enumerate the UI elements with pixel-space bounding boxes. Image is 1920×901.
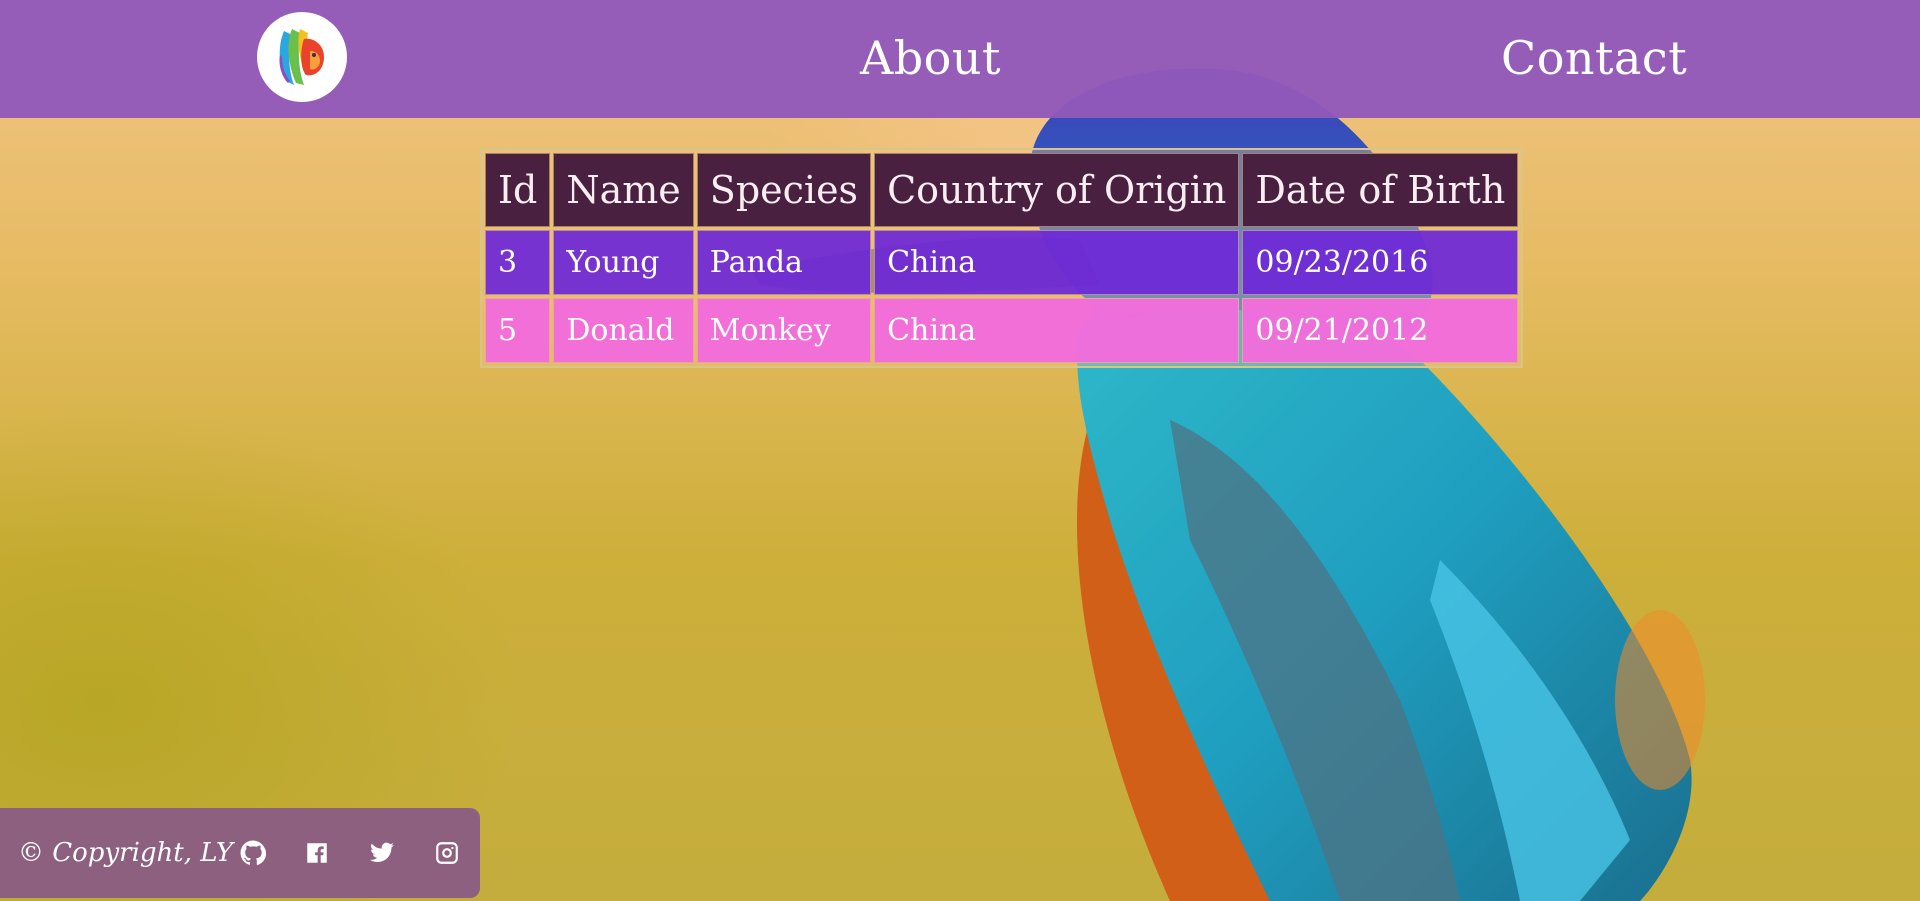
github-icon — [240, 840, 266, 866]
facebook-link[interactable] — [303, 839, 331, 867]
nav-contact-link[interactable]: Contact — [1501, 26, 1687, 90]
animals-table: Id Name Species Country of Origin Date o… — [480, 148, 1524, 368]
cell-id: 5 — [485, 298, 551, 363]
cell-name: Young — [553, 230, 694, 295]
table-row: 5 Donald Monkey China 09/21/2012 — [485, 298, 1519, 363]
kingfisher-bird-icon — [750, 68, 1705, 901]
home-logo[interactable] — [257, 12, 347, 102]
column-header-date-of-birth: Date of Birth — [1242, 153, 1519, 227]
nav-about-link[interactable]: About — [860, 26, 1001, 90]
table-header-row: Id Name Species Country of Origin Date o… — [485, 153, 1519, 227]
site-header: About Contact — [0, 0, 1920, 118]
copyright-text: © Copyright, LY — [18, 838, 234, 868]
cell-country: China — [874, 298, 1240, 363]
cell-country: China — [874, 230, 1240, 295]
table-row: 3 Young Panda China 09/23/2016 — [485, 230, 1519, 295]
instagram-icon — [436, 842, 458, 864]
column-header-id: Id — [485, 153, 551, 227]
twitter-icon — [370, 842, 394, 862]
cell-name: Donald — [553, 298, 694, 363]
cell-id: 3 — [485, 230, 551, 295]
column-header-name: Name — [553, 153, 694, 227]
twitter-link[interactable] — [368, 839, 396, 867]
github-link[interactable] — [239, 839, 267, 867]
cell-date-of-birth: 09/21/2012 — [1242, 298, 1519, 363]
cell-date-of-birth: 09/23/2016 — [1242, 230, 1519, 295]
column-header-country: Country of Origin — [874, 153, 1240, 227]
column-header-species: Species — [696, 153, 872, 227]
lion-logo-icon — [279, 29, 324, 85]
site-footer: © Copyright, LY — [0, 808, 480, 898]
facebook-icon — [307, 843, 327, 863]
cell-species: Panda — [696, 230, 872, 295]
cell-species: Monkey — [696, 298, 872, 363]
instagram-link[interactable] — [433, 839, 461, 867]
